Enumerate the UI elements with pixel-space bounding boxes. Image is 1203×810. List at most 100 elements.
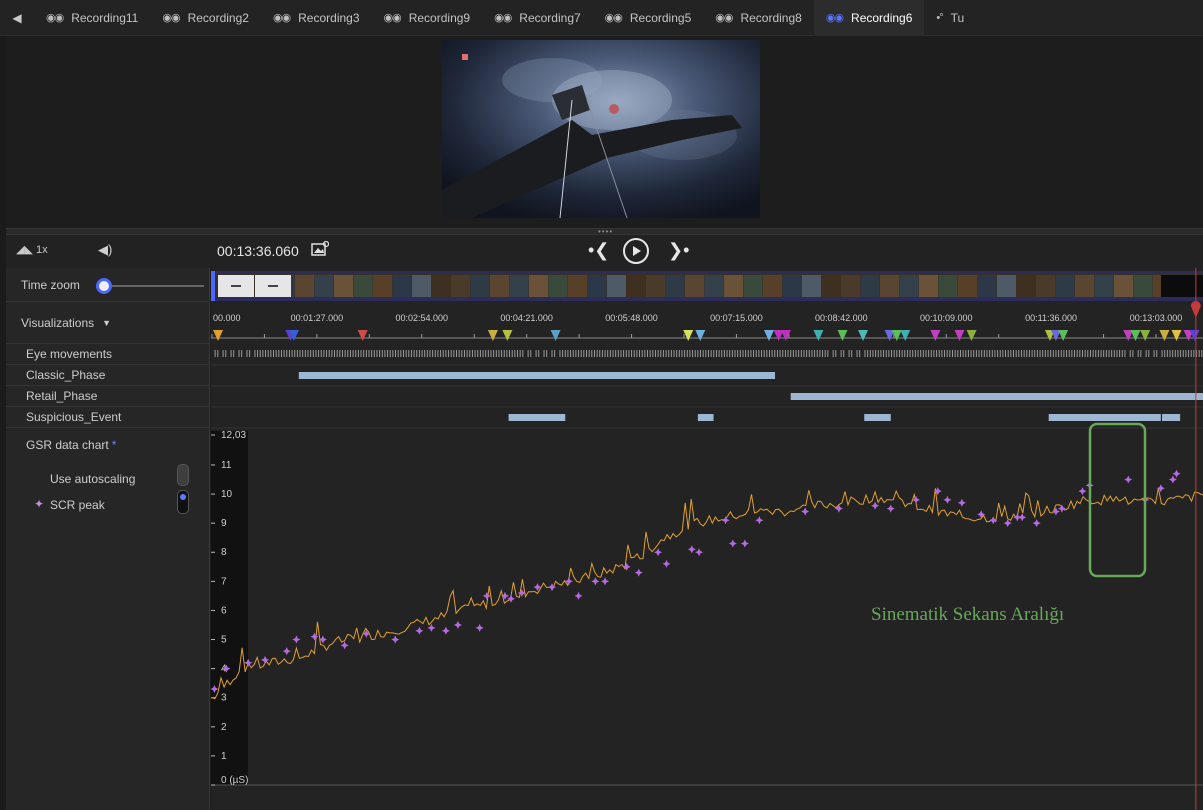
scr-peak-marker	[591, 577, 600, 586]
eye-movement-mark	[869, 350, 871, 357]
visualizations-dropdown[interactable]: Visualizations ▼	[6, 302, 210, 344]
eye-tracking-icon: ◉◉	[162, 12, 180, 24]
eye-movement-mark	[636, 350, 638, 357]
scr-peak-marker	[687, 545, 696, 554]
scr-peak-marker	[1172, 469, 1181, 478]
next-frame-button[interactable]: ❯•	[668, 240, 689, 261]
scr-peak-marker-icon: ✦	[34, 497, 45, 511]
eye-movement-mark	[766, 350, 768, 357]
strip-left-handle	[211, 271, 215, 301]
y-tick-label: 10	[221, 489, 233, 500]
eye-movement-mark	[999, 350, 1001, 357]
eye-movement-mark	[543, 350, 545, 357]
previous-frame-button[interactable]: •❮	[588, 240, 609, 261]
eye-movement-mark	[517, 350, 519, 357]
eye-movement-mark	[620, 350, 622, 357]
eye-movement-mark	[803, 350, 805, 357]
time-zoom-slider[interactable]	[96, 285, 204, 287]
eye-movement-mark	[585, 350, 587, 357]
event-marker	[487, 330, 498, 341]
eye-movement-mark	[936, 350, 938, 357]
scr-peak-toggle[interactable]	[177, 490, 189, 514]
y-axis-band	[211, 431, 248, 785]
tab-recording2[interactable]: ◉◉ Recording2	[150, 0, 261, 36]
eye-movement-mark	[588, 350, 590, 357]
eye-movement-mark	[912, 350, 914, 357]
eye-movement-mark	[1026, 350, 1028, 357]
eye-movement-mark	[933, 350, 935, 357]
eye-movement-mark	[469, 350, 471, 357]
tab-tu[interactable]: •° Tu	[924, 0, 976, 36]
snapshot-icon[interactable]	[311, 240, 330, 257]
eye-tracking-icon: ◉◉	[494, 12, 512, 24]
eye-movement-mark	[944, 350, 946, 357]
eye-movement-mark	[601, 350, 603, 357]
video-player[interactable]	[442, 40, 760, 218]
eye-movement-mark	[424, 350, 426, 357]
playback-speed[interactable]: ◢◣ 1x	[16, 243, 48, 256]
use-autoscaling-toggle[interactable]	[177, 464, 189, 486]
eye-movement-mark	[946, 350, 948, 357]
event-marker	[1130, 330, 1141, 341]
volume-icon[interactable]: ◀)	[98, 242, 112, 258]
tab-recording8[interactable]: ◉◉ Recording8	[703, 0, 814, 36]
scr-peak-marker	[834, 504, 843, 513]
suspicious-event-bar	[864, 414, 891, 421]
eye-movement-mark	[1084, 350, 1086, 357]
eye-movement-mark	[477, 350, 479, 357]
timeline-canvas[interactable]: 00.000 00:01:27.000 00:02:54.000 00:04:21.0…	[211, 268, 1203, 810]
eye-movement-mark	[275, 350, 277, 357]
scr-peak-marker	[886, 504, 895, 513]
eye-tracking-icon: ◉◉	[383, 12, 402, 24]
tab-recording3[interactable]: ◉◉ Recording3	[261, 0, 372, 36]
panel-splitter[interactable]: ••••	[6, 227, 1203, 236]
eye-movement-mark	[771, 350, 773, 357]
eye-movement-mark	[485, 350, 487, 357]
eye-movement-mark	[1161, 350, 1163, 357]
event-marker	[1058, 330, 1069, 341]
scr-peak-marker	[415, 626, 424, 635]
scr-peak-marker	[740, 539, 749, 548]
event-marker	[954, 330, 965, 341]
eye-movement-mark	[824, 350, 826, 357]
tab-recording7[interactable]: ◉◉ Recording7	[482, 0, 593, 36]
eye-movement-mark	[715, 350, 717, 357]
eye-movement-mark	[885, 350, 887, 357]
thumbnail-frame	[919, 275, 938, 297]
eye-movement-mark	[872, 350, 874, 357]
eye-movement-mark	[217, 350, 219, 357]
classic-phase-label: Classic_Phase	[26, 368, 106, 382]
eye-movement-mark	[572, 350, 574, 357]
eye-movement-mark	[774, 350, 776, 357]
eye-movement-mark	[856, 350, 858, 357]
gsr-line	[211, 488, 1203, 700]
speedometer-icon: ◢◣	[16, 244, 36, 256]
tab-recording6[interactable]: ◉◉ Recording6	[813, 0, 925, 36]
eye-movement-mark	[639, 350, 641, 357]
tab-recording11[interactable]: ◉◉ Recording11	[34, 0, 150, 36]
eye-movement-mark	[776, 350, 778, 357]
event-marker	[837, 330, 848, 341]
tab-recording9[interactable]: ◉◉ Recording9	[372, 0, 483, 36]
time-tick-label: 00:08:42.000	[815, 313, 868, 323]
event-marker	[858, 330, 869, 341]
eye-movement-mark	[437, 350, 439, 357]
time-zoom-handle[interactable]	[96, 278, 112, 294]
eye-movement-mark	[814, 350, 816, 357]
tab-label: Recording9	[408, 10, 471, 25]
eye-movement-mark	[246, 350, 248, 357]
eye-movement-mark	[875, 350, 877, 357]
tab-scroll-left-icon[interactable]: ◀	[0, 0, 34, 36]
play-button[interactable]	[623, 238, 649, 264]
eye-movement-mark	[901, 350, 903, 357]
eye-movement-mark	[418, 350, 420, 357]
eye-movement-mark	[570, 350, 572, 357]
eye-movement-mark	[323, 350, 325, 357]
eye-movement-mark	[957, 350, 959, 357]
eye-movement-mark	[657, 350, 659, 357]
eye-movement-mark	[280, 350, 282, 357]
scr-peak-marker	[654, 548, 663, 557]
eye-movement-mark	[509, 350, 511, 357]
eye-movement-mark	[747, 350, 749, 357]
tab-recording5[interactable]: ◉◉ Recording5	[593, 0, 704, 36]
